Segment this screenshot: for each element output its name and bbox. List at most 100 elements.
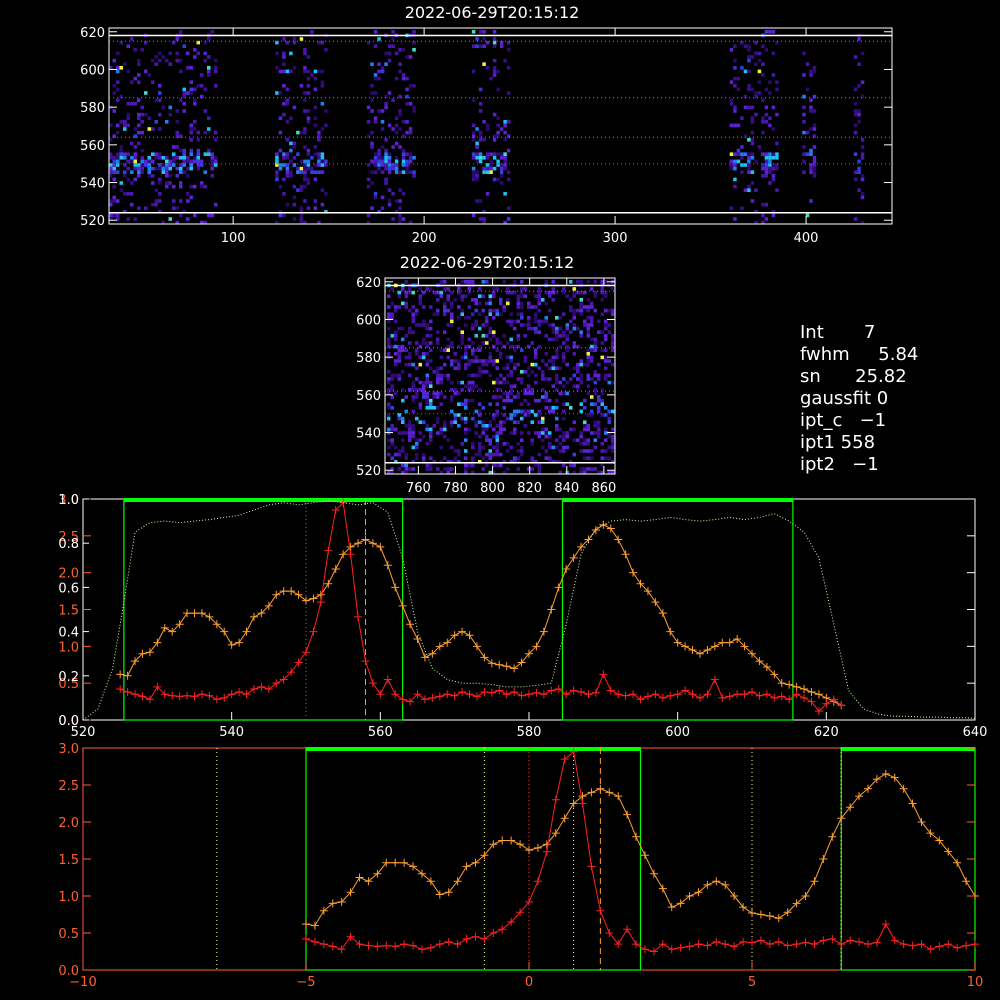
heatmap-cell bbox=[394, 199, 399, 203]
heatmap-cell bbox=[453, 391, 457, 396]
red-data-point bbox=[908, 941, 917, 950]
heatmap-cell bbox=[387, 58, 392, 63]
red-data-point bbox=[872, 938, 881, 947]
heatmap-cell bbox=[527, 301, 531, 306]
heatmap-cell bbox=[611, 341, 615, 345]
heatmap-cell bbox=[534, 398, 538, 403]
heatmap-cell bbox=[446, 308, 450, 313]
heatmap-cell bbox=[313, 123, 318, 128]
heatmap-cell bbox=[733, 44, 737, 48]
heatmap-cell bbox=[768, 123, 772, 128]
heatmap-cell bbox=[387, 170, 392, 174]
red-data-point bbox=[495, 686, 504, 695]
orange-data-point bbox=[819, 855, 828, 863]
heatmap-cell bbox=[857, 37, 861, 41]
heatmap-cell bbox=[768, 170, 772, 174]
heatmap-cell bbox=[757, 91, 762, 95]
red-data-point bbox=[881, 920, 890, 929]
heatmap-cell bbox=[809, 148, 813, 153]
heatmap-cell bbox=[214, 66, 218, 70]
red-data-point bbox=[435, 692, 444, 701]
heatmap-cell bbox=[214, 69, 218, 74]
x-tick-label: 560 bbox=[368, 725, 393, 740]
heatmap-cell bbox=[481, 445, 485, 450]
heatmap-cell bbox=[140, 166, 144, 171]
heatmap-cell bbox=[285, 98, 290, 102]
heatmap-cell bbox=[310, 166, 314, 171]
heatmap-cell bbox=[446, 294, 450, 298]
heatmap-cell bbox=[857, 109, 861, 113]
heatmap-cell bbox=[495, 434, 499, 439]
heatmap-cell bbox=[502, 420, 506, 424]
red-data-point bbox=[309, 627, 318, 636]
heatmap-cell bbox=[495, 424, 499, 428]
heatmap-cell bbox=[607, 434, 611, 439]
heatmap-cell bbox=[306, 148, 311, 153]
heatmap-cell bbox=[604, 326, 608, 331]
heatmap-cell bbox=[387, 337, 391, 342]
red-data-point bbox=[458, 688, 467, 697]
orange-data-point bbox=[272, 590, 281, 599]
heatmap-cell bbox=[397, 452, 401, 457]
heatmap-cell bbox=[412, 109, 416, 113]
heatmap-cell bbox=[203, 184, 207, 189]
heatmap-cell bbox=[495, 287, 499, 291]
heatmap-cell bbox=[418, 431, 422, 435]
heatmap-cell bbox=[439, 380, 443, 385]
heatmap-cell bbox=[544, 334, 548, 338]
heatmap-cell bbox=[527, 431, 531, 435]
orange-data-point bbox=[962, 877, 971, 886]
heatmap-cell bbox=[729, 98, 734, 102]
heatmap-cell bbox=[607, 456, 611, 460]
heatmap-cell bbox=[109, 170, 113, 174]
heatmap-cell bbox=[275, 163, 279, 167]
heatmap-cell bbox=[611, 334, 615, 338]
heatmap-cell bbox=[471, 298, 475, 302]
heatmap-cell bbox=[179, 30, 183, 34]
heatmap-cell bbox=[154, 199, 158, 203]
heatmap-cell bbox=[457, 362, 461, 367]
heatmap-cell bbox=[377, 148, 381, 153]
heatmap-cell bbox=[495, 402, 499, 406]
heatmap-cell bbox=[555, 438, 559, 442]
heatmap-cell bbox=[189, 130, 193, 135]
heatmap-cell bbox=[527, 391, 531, 396]
heatmap-cell bbox=[119, 145, 123, 149]
heatmap-cell bbox=[729, 206, 734, 210]
heatmap-cell bbox=[398, 188, 402, 192]
figure-canvas: 100 200 300 400520540560580600620 760 780 800… bbox=[58, 3, 987, 990]
heatmap-cell bbox=[119, 181, 123, 185]
heatmap-cell bbox=[391, 98, 395, 102]
heatmap-cell bbox=[586, 326, 590, 331]
heatmap-cell bbox=[496, 152, 500, 156]
heatmap-cell bbox=[590, 337, 594, 342]
heatmap-cell bbox=[467, 305, 471, 309]
heatmap-cell bbox=[391, 217, 395, 221]
heatmap-cell bbox=[172, 206, 176, 210]
heatmap-cell bbox=[509, 359, 513, 363]
heatmap-cell bbox=[432, 424, 436, 428]
heatmap-cell bbox=[313, 199, 318, 203]
heatmap-cell bbox=[488, 326, 492, 331]
heatmap-cell bbox=[754, 112, 758, 117]
orange-data-point bbox=[324, 579, 333, 588]
orange-data-point bbox=[197, 609, 206, 618]
heatmap-cell bbox=[771, 166, 776, 171]
heatmap-cell bbox=[394, 452, 398, 457]
heatmap-cell bbox=[317, 159, 321, 164]
heatmap-cell bbox=[422, 395, 426, 399]
heatmap-cell bbox=[457, 402, 461, 406]
heatmap-cell bbox=[509, 370, 513, 374]
heatmap-cell bbox=[404, 395, 408, 399]
heatmap-cell bbox=[296, 170, 300, 174]
red-data-point bbox=[489, 929, 498, 937]
heatmap-cell bbox=[285, 170, 290, 174]
heatmap-cell bbox=[506, 287, 510, 291]
heatmap-cell bbox=[583, 406, 587, 410]
heatmap-cell bbox=[172, 156, 176, 160]
heatmap-cell bbox=[282, 156, 286, 160]
heatmap-cell bbox=[860, 51, 865, 56]
orange-data-point bbox=[242, 627, 251, 636]
heatmap-cell bbox=[537, 323, 541, 327]
heatmap-cell bbox=[429, 341, 433, 345]
